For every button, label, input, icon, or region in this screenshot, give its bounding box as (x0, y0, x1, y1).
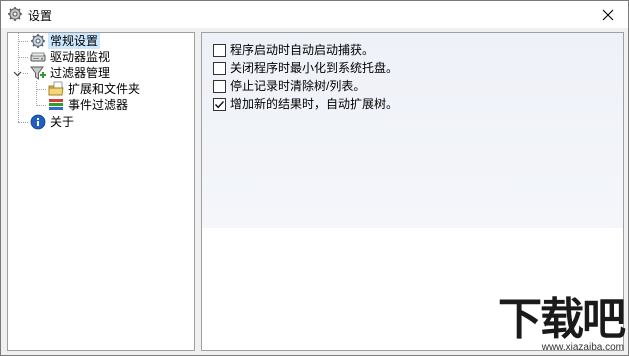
tree-line (18, 57, 28, 58)
option-auto-expand-tree[interactable]: 增加新的结果时，自动扩展树。 (213, 96, 398, 112)
tree-item-filter-manager[interactable]: 过滤器管理 (30, 65, 112, 81)
checkbox[interactable] (213, 61, 226, 75)
option-label: 停止记录时清除树/列表。 (230, 79, 366, 93)
settings-tree[interactable]: 常规设置 驱动器监视 过滤器管理 扩展和文件夹 事件过滤器 关于 (7, 32, 195, 351)
watermark-logo: 下载吧 www.xiazaiba.com (498, 294, 626, 354)
tree-item-label: 过滤器管理 (50, 66, 111, 80)
gear-icon (31, 34, 45, 48)
option-label: 程序启动时自动启动捕获。 (230, 43, 375, 57)
tree-line (18, 41, 28, 42)
option-label: 增加新的结果时，自动扩展树。 (230, 97, 399, 111)
close-icon (602, 9, 614, 20)
funnel-add-icon (30, 66, 46, 80)
tree-item-label: 常规设置 (48, 33, 101, 49)
checkbox[interactable] (213, 43, 226, 57)
tree-line (36, 89, 46, 90)
tree-item-label: 关于 (50, 115, 75, 129)
checkmark-icon (214, 100, 225, 108)
watermark-url: www.xiazaiba.com (541, 342, 624, 353)
tree-item-label: 事件过滤器 (68, 98, 129, 112)
settings-window: 设置 常规设置 驱动器监视 过滤器管理 扩展和文件夹 事件过滤器 关于 程序启动… (0, 0, 629, 356)
tree-item-label: 驱动器监视 (50, 50, 111, 64)
checkbox-checked[interactable] (213, 97, 226, 111)
tree-item-about[interactable]: 关于 (30, 114, 76, 130)
option-label: 关闭程序时最小化到系统托盘。 (230, 61, 399, 75)
tree-item-general[interactable]: 常规设置 (30, 33, 101, 49)
window-title: 设置 (28, 9, 53, 23)
color-bars-icon (49, 99, 63, 110)
gear-icon (8, 7, 22, 21)
tree-line (36, 81, 37, 106)
drive-icon (30, 52, 46, 62)
option-minimize-to-tray[interactable]: 关闭程序时最小化到系统托盘。 (213, 60, 398, 76)
chevron-down-icon[interactable] (13, 69, 22, 78)
tree-line (18, 122, 28, 123)
tree-item-drive-monitor[interactable]: 驱动器监视 (30, 49, 112, 65)
checkbox[interactable] (213, 79, 226, 93)
tree-line (23, 73, 28, 74)
watermark-brand: 下载吧 (498, 294, 626, 345)
tree-item-event-filter[interactable]: 事件过滤器 (48, 97, 130, 113)
tree-line (36, 105, 46, 106)
option-auto-start-capture[interactable]: 程序启动时自动启动捕获。 (213, 42, 374, 58)
close-button[interactable] (588, 1, 628, 28)
tree-item-extensions-folders[interactable]: 扩展和文件夹 (48, 81, 142, 97)
info-icon (30, 114, 46, 130)
option-clear-tree-on-stop[interactable]: 停止记录时清除树/列表。 (213, 78, 365, 94)
folder-doc-icon (48, 81, 64, 96)
tree-item-label: 扩展和文件夹 (68, 82, 141, 96)
title-bar[interactable]: 设置 (1, 1, 628, 28)
